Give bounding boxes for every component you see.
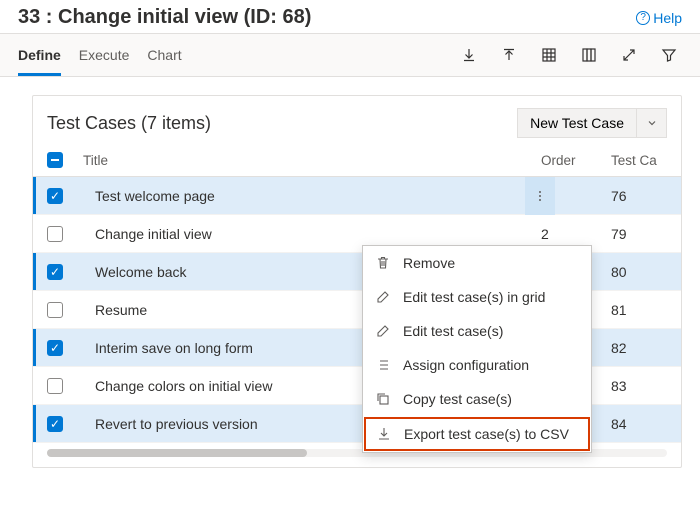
page-title: 33 : Change initial view (ID: 68)	[18, 6, 311, 29]
upload-icon[interactable]	[490, 36, 528, 74]
scrollbar-thumb[interactable]	[47, 449, 307, 457]
column-header-title[interactable]: Title	[79, 153, 541, 168]
row-checkbox[interactable]: ✓	[47, 264, 63, 280]
columns-icon[interactable]	[570, 36, 608, 74]
column-header-order[interactable]: Order	[541, 153, 611, 168]
menu-item-label: Remove	[403, 255, 455, 271]
row-checkbox[interactable]	[47, 302, 63, 318]
tab-execute[interactable]: Execute	[79, 34, 130, 76]
tabs: Define Execute Chart	[18, 34, 182, 76]
row-more-button[interactable]	[525, 177, 555, 215]
table-row[interactable]: ✓Test welcome page176	[33, 177, 681, 215]
row-test-case-id: 80	[611, 264, 667, 280]
row-checkbox[interactable]: ✓	[47, 416, 63, 432]
copy-icon	[375, 391, 391, 407]
column-header-test-case[interactable]: Test Ca	[611, 153, 667, 168]
row-test-case-id: 79	[611, 226, 667, 242]
menu-item-edit-test-case-s[interactable]: Edit test case(s)	[363, 314, 591, 348]
chevron-down-icon	[646, 117, 658, 129]
menu-item-assign-configuration[interactable]: Assign configuration	[363, 348, 591, 382]
menu-item-label: Assign configuration	[403, 357, 529, 373]
new-test-case-dropdown[interactable]	[637, 108, 667, 138]
menu-item-copy-test-case-s[interactable]: Copy test case(s)	[363, 382, 591, 416]
row-checkbox[interactable]	[47, 226, 63, 242]
select-all-checkbox[interactable]	[47, 152, 63, 168]
menu-item-label: Copy test case(s)	[403, 391, 512, 407]
tab-define[interactable]: Define	[18, 34, 61, 76]
list-icon	[375, 357, 391, 373]
row-test-case-id: 76	[611, 188, 667, 204]
menu-item-label: Edit test case(s) in grid	[403, 289, 545, 305]
more-vertical-icon	[533, 189, 547, 203]
row-title: Change initial view	[79, 226, 541, 242]
filter-icon[interactable]	[650, 36, 688, 74]
row-order: 2	[541, 226, 611, 242]
new-test-case-button[interactable]: New Test Case	[517, 108, 637, 138]
menu-item-remove[interactable]: Remove	[363, 246, 591, 280]
pencil-icon	[375, 323, 391, 339]
download-icon[interactable]	[450, 36, 488, 74]
trash-icon	[375, 255, 391, 271]
row-test-case-id: 83	[611, 378, 667, 394]
pencil-icon	[375, 289, 391, 305]
row-test-case-id: 84	[611, 416, 667, 432]
row-checkbox[interactable]	[47, 378, 63, 394]
expand-icon[interactable]	[610, 36, 648, 74]
download-icon	[376, 426, 392, 442]
row-test-case-id: 81	[611, 302, 667, 318]
help-link[interactable]: ? Help	[636, 10, 682, 26]
menu-item-edit-test-case-s-in-grid[interactable]: Edit test case(s) in grid	[363, 280, 591, 314]
help-icon: ?	[636, 11, 650, 25]
panel-title: Test Cases (7 items)	[47, 113, 211, 134]
row-test-case-id: 82	[611, 340, 667, 356]
menu-item-label: Edit test case(s)	[403, 323, 503, 339]
tab-chart[interactable]: Chart	[147, 34, 181, 76]
menu-item-label: Export test case(s) to CSV	[404, 426, 569, 442]
context-menu: Remove Edit test case(s) in grid Edit test…	[362, 245, 592, 453]
menu-item-export-test-case-s-to-csv[interactable]: Export test case(s) to CSV	[364, 417, 590, 451]
help-label: Help	[653, 10, 682, 26]
row-checkbox[interactable]: ✓	[47, 340, 63, 356]
grid-icon[interactable]	[530, 36, 568, 74]
row-title: Test welcome page	[79, 188, 541, 204]
row-checkbox[interactable]: ✓	[47, 188, 63, 204]
